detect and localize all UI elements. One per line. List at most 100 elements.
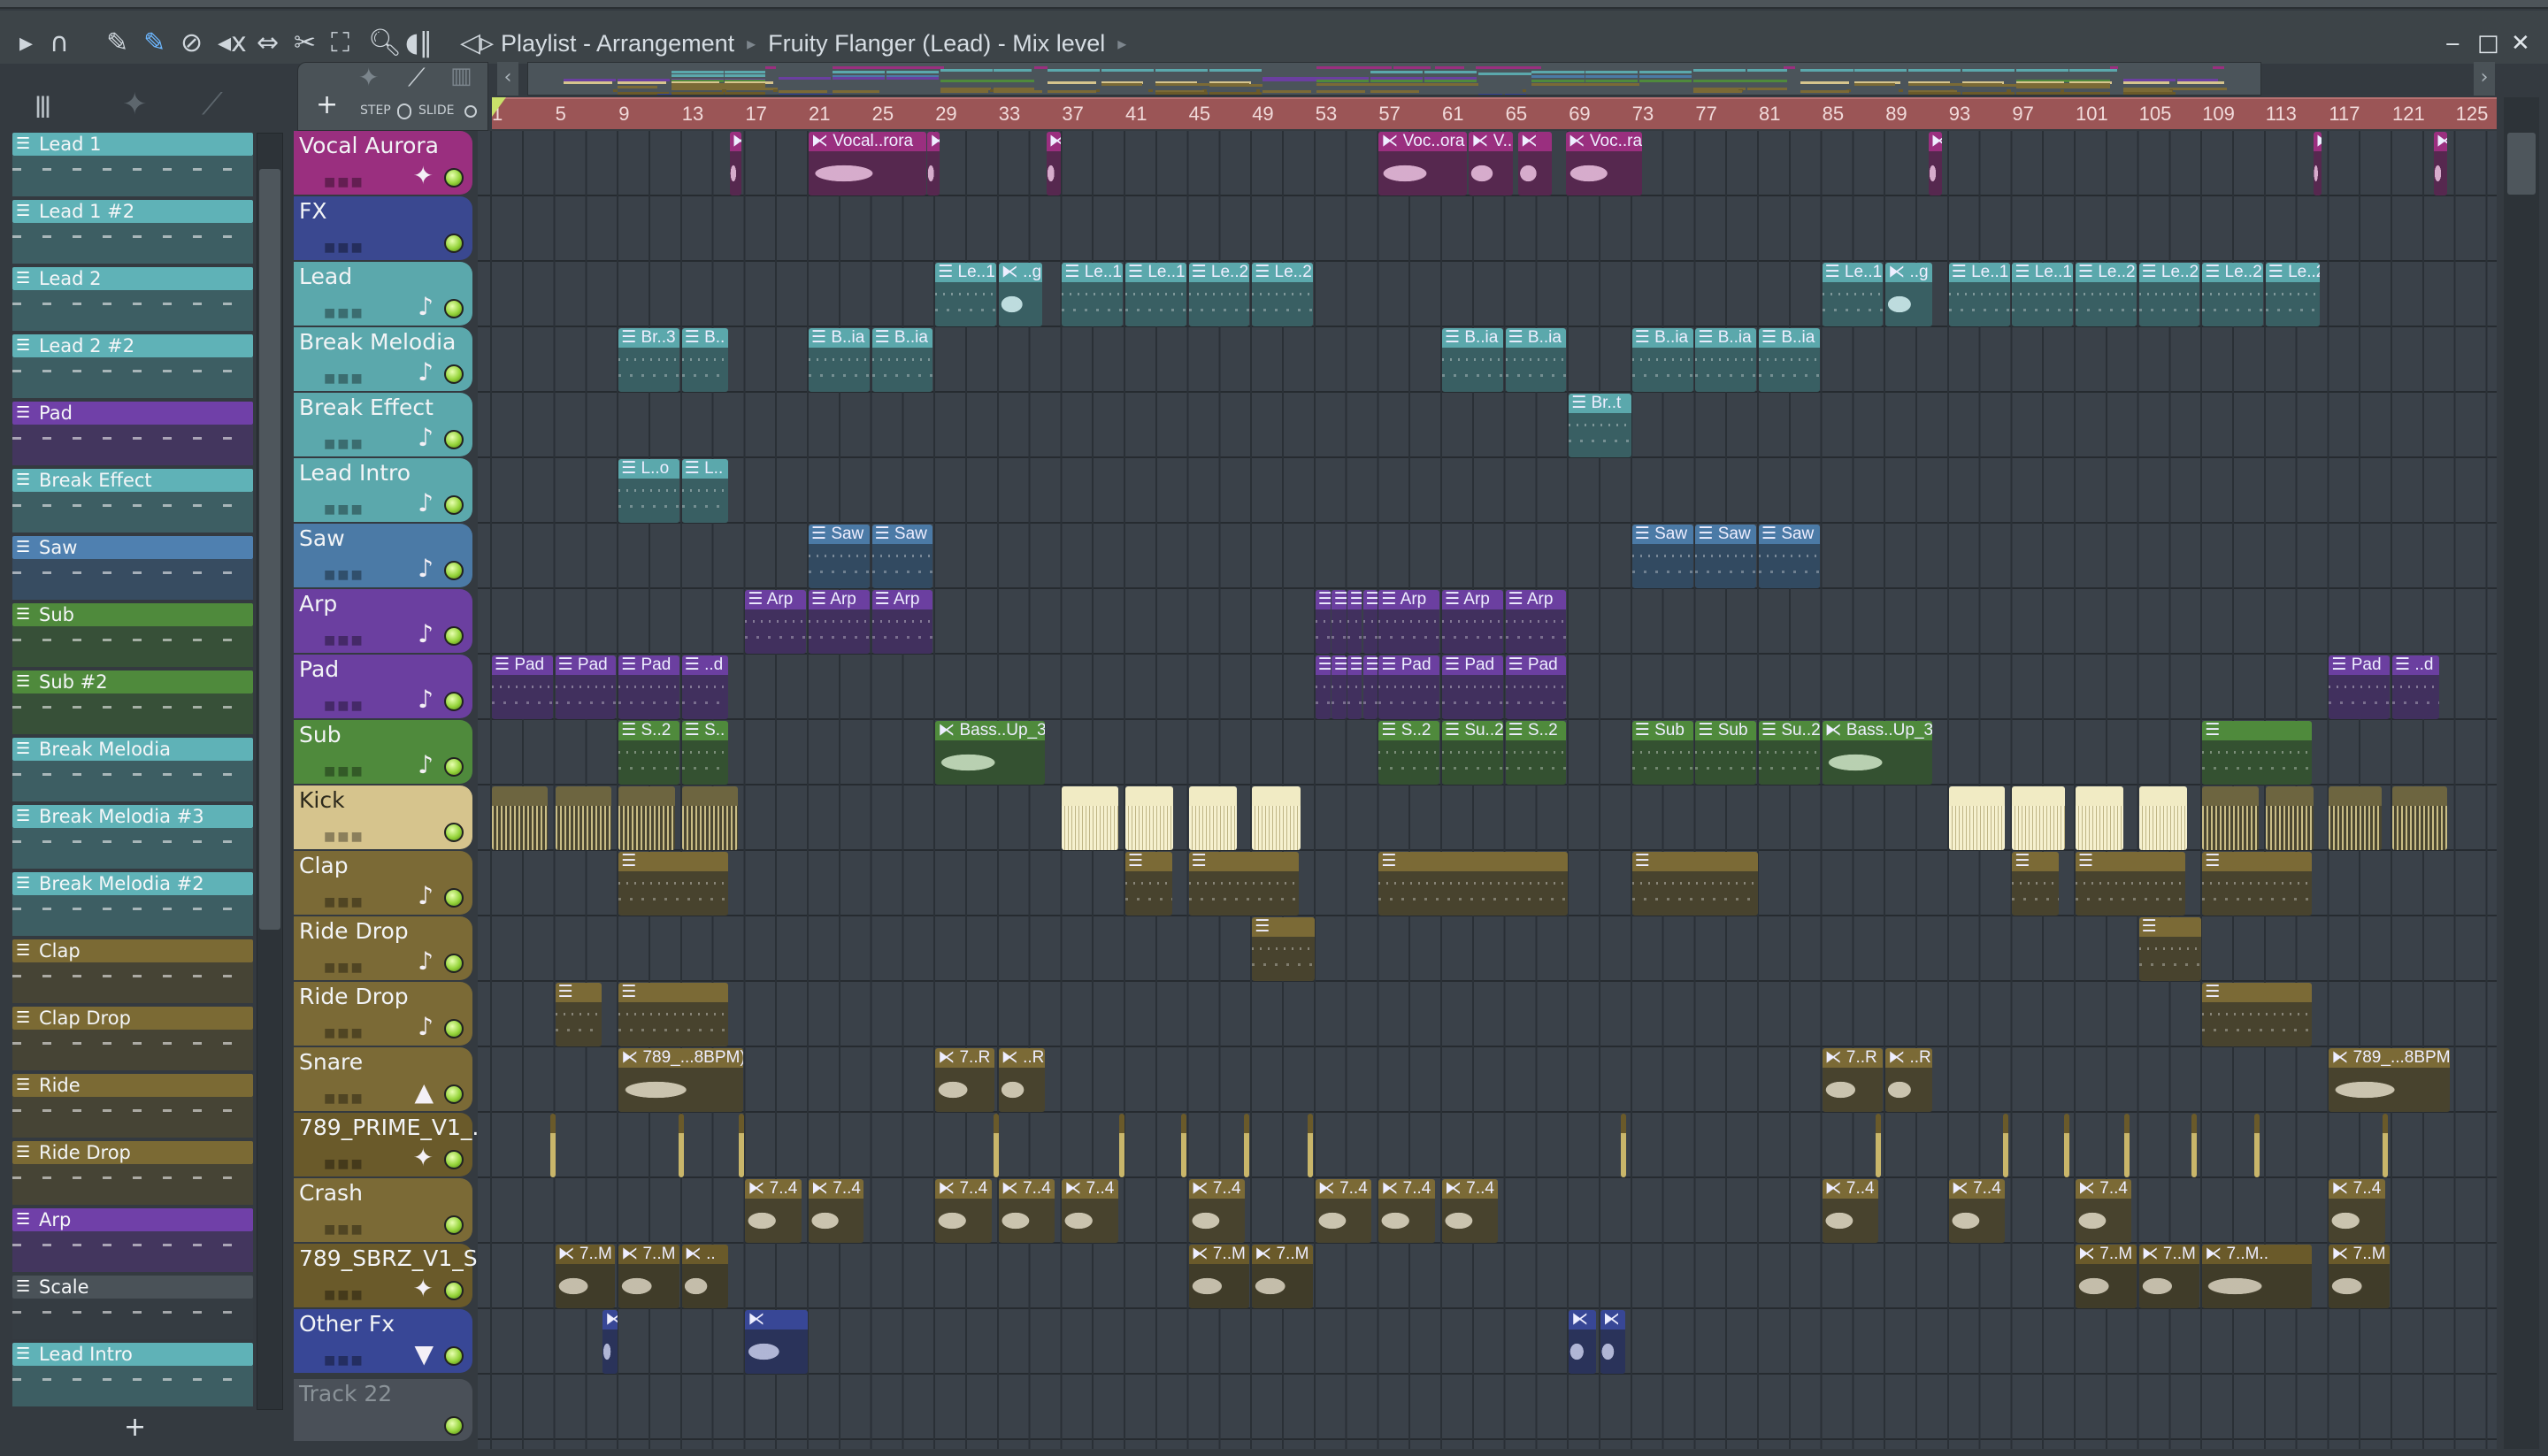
track-mute-led[interactable] — [444, 1215, 464, 1235]
pattern-clip[interactable]: ☰ B.. — [681, 328, 729, 392]
pattern-clip[interactable]: ☰ — [2138, 917, 2202, 981]
pattern-clip[interactable]: ☰ S..2 — [1505, 721, 1567, 785]
pattern-clip[interactable]: ☰ — [1188, 852, 1299, 916]
pattern-clip[interactable] — [2202, 786, 2259, 850]
pattern-clip[interactable]: ☰ ..d — [2392, 655, 2439, 719]
paint-icon[interactable]: ✎ — [143, 30, 165, 57]
pattern-clip[interactable]: ☰ Arp — [745, 590, 807, 654]
track-menu-dots[interactable]: ■■■ — [324, 961, 365, 975]
pattern-clip[interactable]: ☰ B..ia — [1505, 328, 1567, 392]
pattern-clip[interactable]: ☰ Saw — [1759, 525, 1820, 588]
pattern-clip[interactable]: ☰ Le..1 — [1125, 263, 1186, 326]
track-header[interactable]: Lead ■■■ ♪ — [294, 262, 472, 326]
pattern-clip[interactable]: ☰ Saw — [809, 525, 870, 588]
track-menu-dots[interactable]: ■■■ — [324, 633, 365, 648]
track-mute-led[interactable] — [444, 1416, 464, 1436]
audio-clip[interactable] — [2064, 1114, 2070, 1177]
audio-clip[interactable]: ⧔ — [1517, 132, 1553, 195]
track-header[interactable]: Ride Drop ■■■ ♪ — [294, 916, 472, 980]
channel-item[interactable]: Clap — [12, 939, 253, 1003]
pattern-clip[interactable] — [618, 786, 675, 850]
pattern-clip[interactable]: ☰ B..ia — [1631, 328, 1693, 392]
pattern-clip[interactable]: ☰ — [1315, 590, 1331, 654]
pattern-clip[interactable]: ☰ Pad — [1378, 655, 1440, 719]
pattern-clip[interactable]: ☰ Sub — [1695, 721, 1757, 785]
audio-clip[interactable]: ⧔ 7..4 — [1315, 1179, 1372, 1243]
audio-clip[interactable]: ⧔ 7..4 — [1188, 1179, 1246, 1243]
audio-clip[interactable] — [550, 1114, 556, 1177]
pattern-clip[interactable]: ☰ Le..2 — [2265, 263, 2321, 326]
track-header[interactable]: Track 22 — [294, 1379, 472, 1441]
track-mute-led[interactable] — [444, 168, 464, 188]
audio-clip[interactable]: ⧔ 7..M — [1188, 1245, 1250, 1308]
channel-item[interactable]: Ride Drop — [12, 1141, 253, 1205]
pattern-clip[interactable]: ☰ Le..2 — [2138, 263, 2200, 326]
track-header[interactable]: Break Effect ■■■ ♪ — [294, 393, 472, 456]
zoom-icon[interactable]: 🔍︎ — [368, 30, 402, 57]
pattern-clip[interactable] — [2012, 786, 2066, 850]
track-mute-led[interactable] — [444, 823, 464, 842]
pattern-clip[interactable]: ☰ — [2202, 983, 2313, 1046]
pattern-clip[interactable]: ☰ Br..t — [1569, 394, 1631, 457]
track-header[interactable]: 789_PRIME_V1_... ■■■ ✦ — [294, 1113, 493, 1176]
channel-item[interactable]: Lead 2 #2 — [12, 334, 253, 398]
pattern-clip[interactable]: ☰ Le..2 — [1252, 263, 1313, 326]
pattern-clip[interactable]: ☰ Arp — [1442, 590, 1503, 654]
audio-clip[interactable] — [739, 1114, 745, 1177]
track-header[interactable]: Arp ■■■ ♪ — [294, 589, 472, 653]
arrow-icon[interactable]: ▸ — [19, 30, 33, 57]
pattern-clip[interactable]: ☰ — [1315, 655, 1331, 719]
pattern-clip[interactable]: ☰ — [1362, 655, 1378, 719]
channel-item[interactable]: Scale — [12, 1276, 253, 1339]
channel-item[interactable]: Lead 1 #2 — [12, 200, 253, 264]
breadcrumb-target[interactable]: Fruity Flanger (Lead) - Mix level — [768, 30, 1105, 57]
vertical-scrollbar[interactable] — [2504, 97, 2539, 1449]
pattern-clip[interactable] — [492, 786, 549, 850]
pattern-clip[interactable] — [1188, 786, 1238, 850]
pattern-clip[interactable]: ☰ B..ia — [1442, 328, 1503, 392]
audio-clip[interactable]: ⧔ — [1928, 132, 1942, 195]
pattern-clip[interactable]: ☰ Pad — [2329, 655, 2391, 719]
track-header[interactable]: Snare ■■■ ▲ — [294, 1047, 472, 1111]
pattern-clip[interactable] — [2265, 786, 2314, 850]
pattern-clip[interactable] — [2138, 786, 2188, 850]
pattern-clip[interactable]: ☰ Saw — [1631, 525, 1693, 588]
pattern-clip[interactable]: ☰ — [1347, 655, 1362, 719]
track-header[interactable]: Other Fx ■■■ ▼ — [294, 1309, 472, 1373]
track-menu-dots[interactable]: ■■■ — [324, 1353, 365, 1368]
track-header[interactable]: Ride Drop ■■■ ♪ — [294, 982, 472, 1046]
audio-clip[interactable]: ⧔ 7..4 — [1948, 1179, 2006, 1243]
channel-item[interactable]: Lead Intro — [12, 1343, 253, 1406]
audio-clip[interactable]: ⧔ 7..4 — [809, 1179, 863, 1243]
pattern-clip[interactable] — [2329, 786, 2383, 850]
track-header[interactable]: Pad ■■■ ♪ — [294, 655, 472, 718]
audio-clip[interactable]: ⧔ 7..4 — [1378, 1179, 1435, 1243]
track-header[interactable]: Break Melodia ■■■ ♪ — [294, 327, 472, 391]
audio-clip[interactable]: ⧔ Bass..Up_3 — [1822, 721, 1932, 785]
pattern-clip[interactable]: ☰ — [1125, 852, 1172, 916]
channel-item[interactable]: Sub #2 — [12, 671, 253, 734]
slide-toggle[interactable] — [464, 105, 477, 118]
track-menu-dots[interactable]: ■■■ — [324, 306, 365, 320]
audio-clip[interactable] — [1621, 1114, 1627, 1177]
track-header[interactable]: Lead Intro ■■■ ♪ — [294, 458, 472, 522]
pattern-clip[interactable]: ☰ — [618, 983, 729, 1046]
audio-clip[interactable]: ⧔ 7..4 — [745, 1179, 802, 1243]
magnet-icon[interactable]: ∩ — [50, 30, 69, 57]
audio-clip[interactable]: ⧔ 7..4 — [1062, 1179, 1118, 1243]
pattern-clip[interactable] — [1948, 786, 2006, 850]
audio-clip[interactable] — [2191, 1114, 2197, 1177]
pattern-clip[interactable] — [1252, 786, 1301, 850]
audio-clip[interactable]: ⧔ — [2313, 132, 2322, 195]
automation-icon[interactable]: ⟋ — [408, 63, 426, 93]
audio-clip[interactable]: ⧔ 7..4 — [2329, 1179, 2385, 1243]
track-header[interactable]: Vocal Aurora ■■■ ✦ — [294, 131, 472, 195]
track-menu-dots[interactable]: ■■■ — [324, 1288, 365, 1302]
pattern-clip[interactable]: ☰ Le..2 — [2202, 263, 2263, 326]
audio-clip[interactable]: ⧔ — [602, 1310, 618, 1374]
audio-clip[interactable]: ⧔ 7..4 — [2076, 1179, 2132, 1243]
track-mute-led[interactable] — [444, 495, 464, 515]
track-menu-dots[interactable]: ■■■ — [324, 568, 365, 582]
pattern-clip[interactable] — [1125, 786, 1174, 850]
pattern-clip[interactable]: ☰ — [1631, 852, 1758, 916]
